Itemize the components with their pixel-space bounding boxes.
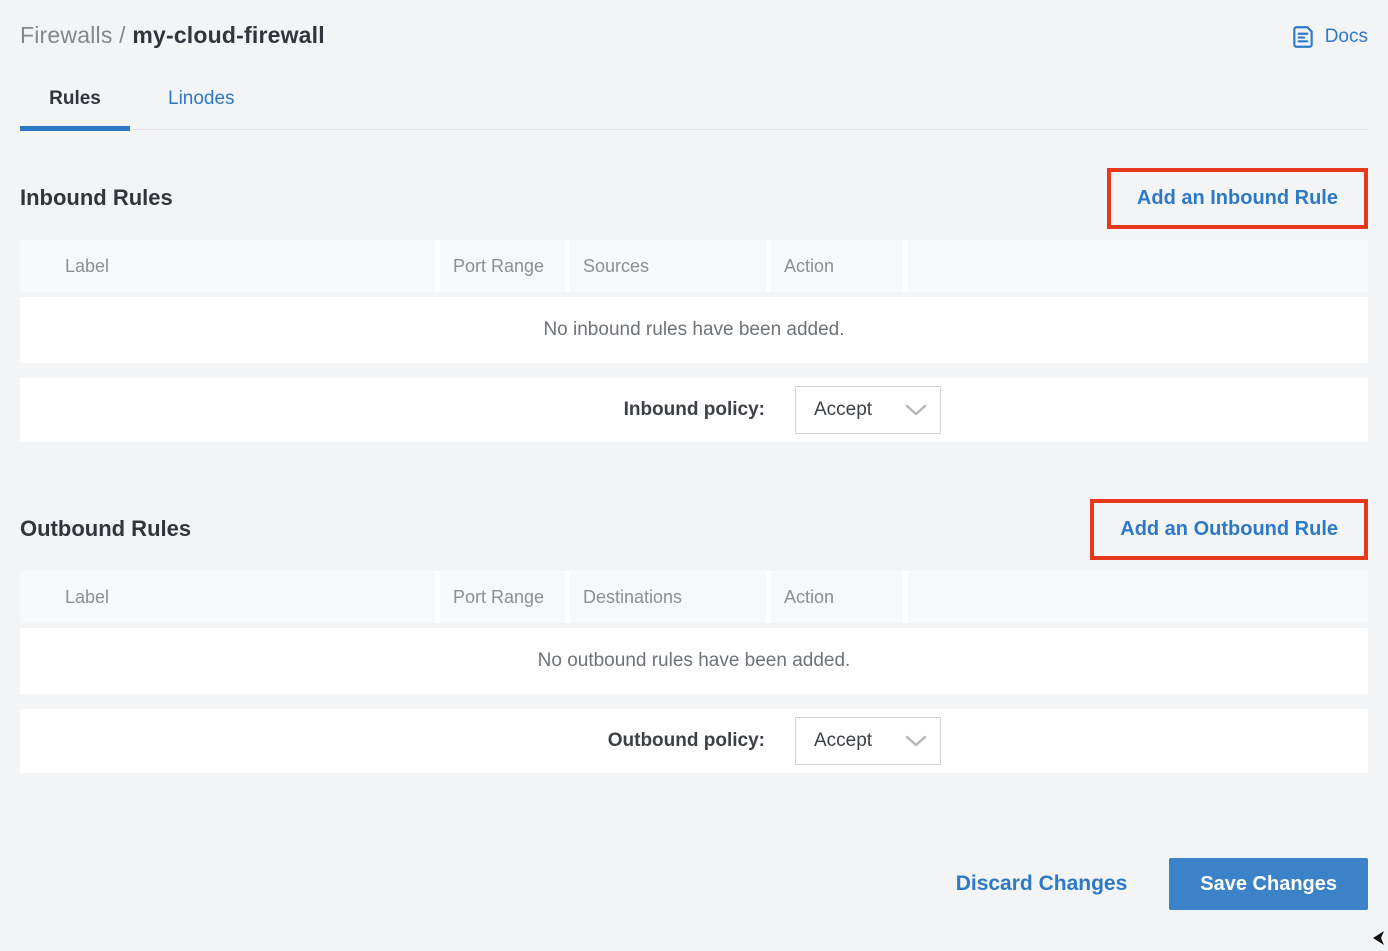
inbound-policy-select[interactable]: Accept (795, 386, 941, 434)
breadcrumb: Firewalls / my-cloud-firewall (20, 22, 325, 49)
inbound-add-annotation-box: Add an Inbound Rule (1107, 168, 1368, 229)
save-changes-button[interactable]: Save Changes (1169, 858, 1368, 910)
breadcrumb-firewalls-link[interactable]: Firewalls (20, 22, 113, 48)
topbar: Firewalls / my-cloud-firewall Docs (20, 22, 1368, 56)
chevron-down-icon (905, 403, 927, 417)
docs-icon (1290, 24, 1316, 50)
outbound-empty-row: No outbound rules have been added. (20, 628, 1368, 694)
outbound-col-label: Label (20, 571, 435, 623)
tab-bar: Rules Linodes (20, 88, 1368, 131)
inbound-col-sources: Sources (570, 240, 766, 292)
add-outbound-rule-button[interactable]: Add an Outbound Rule (1120, 518, 1338, 540)
tab-linodes[interactable]: Linodes (156, 88, 247, 131)
breadcrumb-separator: / (113, 22, 133, 48)
footer-actions: Discard Changes Save Changes (20, 858, 1368, 910)
outbound-policy-value: Accept (814, 730, 872, 752)
inbound-policy-label: Inbound policy: (20, 399, 765, 421)
tab-rules[interactable]: Rules (20, 88, 130, 131)
inbound-col-label: Label (20, 240, 435, 292)
outbound-policy-label: Outbound policy: (20, 730, 765, 752)
outbound-table-header: Label Port Range Destinations Action (20, 571, 1368, 623)
inbound-empty-row: No inbound rules have been added. (20, 297, 1368, 363)
inbound-rules-heading: Inbound Rules (20, 185, 173, 211)
add-inbound-rule-button[interactable]: Add an Inbound Rule (1137, 187, 1338, 209)
inbound-policy-row: Inbound policy: Accept (20, 378, 1368, 442)
tab-bar-divider (20, 129, 1368, 130)
outbound-add-annotation-box: Add an Outbound Rule (1090, 499, 1368, 560)
inbound-col-filler (908, 240, 1368, 292)
inbound-col-action: Action (771, 240, 903, 292)
chevron-down-icon (905, 734, 927, 748)
docs-label: Docs (1325, 26, 1368, 48)
inbound-col-port-range: Port Range (440, 240, 565, 292)
outbound-section-header: Outbound Rules Add an Outbound Rule (20, 494, 1368, 564)
outbound-col-port-range: Port Range (440, 571, 565, 623)
mouse-cursor-icon (1372, 930, 1388, 946)
firewall-detail-page: Firewalls / my-cloud-firewall Docs Rules… (0, 0, 1388, 951)
outbound-empty-message: No outbound rules have been added. (538, 650, 851, 672)
outbound-rules-heading: Outbound Rules (20, 516, 191, 542)
outbound-col-filler (908, 571, 1368, 623)
inbound-empty-message: No inbound rules have been added. (543, 319, 844, 341)
outbound-col-action: Action (771, 571, 903, 623)
docs-link[interactable]: Docs (1290, 24, 1368, 50)
outbound-col-destinations: Destinations (570, 571, 766, 623)
page-title: my-cloud-firewall (132, 22, 325, 48)
inbound-table-header: Label Port Range Sources Action (20, 240, 1368, 292)
inbound-section-header: Inbound Rules Add an Inbound Rule (20, 163, 1368, 233)
outbound-policy-row: Outbound policy: Accept (20, 709, 1368, 773)
inbound-policy-value: Accept (814, 399, 872, 421)
outbound-policy-select[interactable]: Accept (795, 717, 941, 765)
discard-changes-button[interactable]: Discard Changes (956, 872, 1128, 896)
